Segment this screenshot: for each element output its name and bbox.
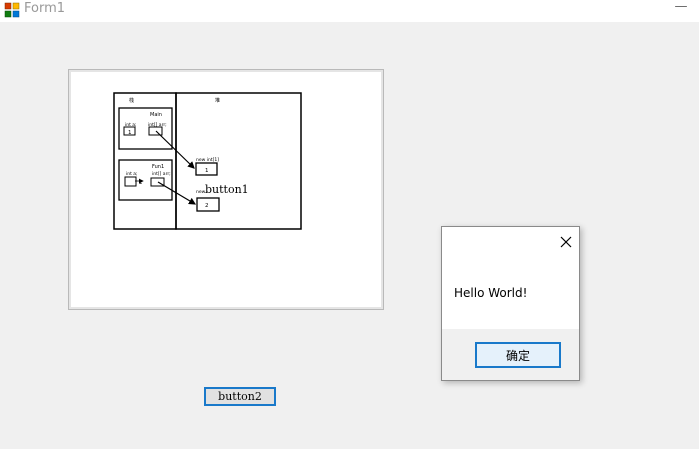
minimize-button[interactable]: — [672,0,690,18]
fun1-label: Fun1 [152,164,164,170]
fun1-int-a: int a; [126,171,138,177]
main-a-value: 1 [128,130,132,136]
heap-value-2: 2 [205,203,209,209]
main-label: Main [150,112,162,118]
title-bar[interactable]: Form1 — [0,0,699,22]
stack-region [113,92,177,230]
heap-value-1: 1 [205,168,209,174]
form-icon [4,2,20,18]
heap-region [175,92,302,230]
window-title: Form1 [24,1,66,16]
main-arr-box [148,126,163,136]
message-text: Hello World! [454,286,528,300]
fun1-int-arr: int[] arr; [152,171,171,177]
main-frame [118,107,173,150]
close-icon[interactable] [558,234,574,250]
fun1-a-box [124,176,137,187]
message-box: Hello World! 确定 [441,226,580,381]
heap-label: 堆 [215,97,220,104]
button2[interactable]: button2 [204,387,276,406]
button1[interactable]: button1 [205,183,249,196]
heap-new-1: new int[1] [196,157,219,163]
stack-label: 栈 [129,97,134,104]
ok-button[interactable]: 确定 [475,342,561,368]
